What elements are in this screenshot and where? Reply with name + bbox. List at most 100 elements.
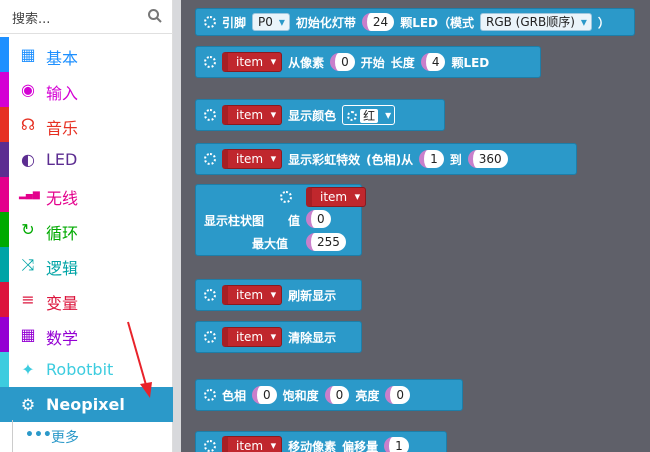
block-text: 移动像素 — [288, 439, 337, 452]
category-radio[interactable]: ▂▄▆ 无线 — [0, 177, 173, 212]
gear-icon — [280, 191, 292, 203]
category-label: LED — [46, 150, 78, 169]
block-text: 清除显示 — [288, 330, 337, 345]
gear-icon — [204, 109, 216, 121]
block-text: 饱和度 — [282, 388, 319, 403]
block-text: 值 — [288, 214, 301, 228]
item-variable-dropdown[interactable]: item — [222, 285, 283, 305]
pin-dropdown[interactable]: P0 — [252, 13, 290, 31]
category-label: Neopixel — [46, 395, 125, 414]
search-box[interactable]: 搜索... — [0, 0, 173, 34]
max-value-input[interactable]: 255 — [306, 233, 346, 251]
item-variable-dropdown[interactable]: item — [222, 52, 283, 72]
block-text: 从像素 — [288, 55, 325, 70]
hue-to-input[interactable]: 360 — [467, 150, 508, 168]
category-logic[interactable]: ⤨ 逻辑 — [0, 247, 173, 282]
target-icon: ◉ — [21, 80, 35, 99]
variable-name: item — [320, 190, 348, 204]
block-text: 初始化灯带 — [295, 15, 356, 30]
toggle-icon: ◐ — [21, 150, 35, 169]
category-neopixel[interactable]: ⚙ Neopixel — [0, 387, 173, 422]
mode-dropdown[interactable]: RGB (GRB顺序) — [480, 13, 592, 31]
neopixel-shift-block[interactable]: item 移动像素 偏移量 1 — [195, 431, 447, 452]
category-loops[interactable]: ↻ 循环 — [0, 212, 173, 247]
block-text: 色相 — [222, 388, 247, 403]
saturation-input[interactable]: 0 — [324, 386, 350, 404]
category-input[interactable]: ◉ 输入 — [0, 72, 173, 107]
neopixel-create-block[interactable]: 引脚 P0 初始化灯带 24 颗LED（模式 RGB (GRB顺序) ） — [195, 8, 635, 36]
gear-icon — [204, 56, 216, 68]
category-led[interactable]: ◐ LED — [0, 142, 173, 177]
color-value: 红 — [360, 108, 379, 123]
neopixel-show-block[interactable]: item 刷新显示 — [195, 279, 362, 311]
block-text: 显示颜色 — [288, 108, 337, 123]
hue-from-input[interactable]: 1 — [419, 150, 444, 168]
search-placeholder[interactable]: 搜索... — [12, 8, 50, 27]
signal-bars-icon: ▂▄▆ — [19, 190, 40, 200]
search-icon[interactable] — [147, 8, 163, 24]
headphones-icon: ☊ — [20, 115, 36, 134]
gear-icon — [204, 16, 216, 28]
block-text: 长度 — [390, 55, 415, 70]
category-variables[interactable]: ≡ 变量 — [0, 282, 173, 317]
variable-name: item — [236, 108, 264, 122]
toolbox-sidebar: 搜索... ▦ 基本 ◉ 输入 ☊ 音乐 ◐ LED ▂▄▆ 无线 ↻ 循环 ⤨… — [0, 0, 173, 452]
gear-icon — [204, 331, 216, 343]
item-variable-dropdown[interactable]: item — [222, 327, 283, 347]
neopixel-hsl-block[interactable]: 色相 0 饱和度 0 亮度 0 — [195, 379, 463, 411]
category-label: Robotbit — [46, 360, 114, 379]
gear-icon — [347, 110, 358, 121]
category-basic[interactable]: ▦ 基本 — [0, 37, 173, 72]
variable-name: item — [236, 288, 264, 302]
variable-name: item — [236, 55, 264, 69]
neopixel-rainbow-block[interactable]: item 显示彩虹特效 (色相)从 1 到 360 — [195, 143, 577, 175]
toolbox-divider — [173, 0, 181, 452]
neopixel-bar-graph-block[interactable]: item 显示柱状图 值 0 最大值 255 — [195, 184, 367, 256]
category-label: 基本 — [46, 49, 79, 68]
neopixel-range-block[interactable]: item 从像素 0 开始 长度 4 颗LED — [195, 46, 541, 78]
length-input[interactable]: 4 — [420, 53, 446, 71]
luminance-input[interactable]: 0 — [385, 386, 410, 404]
gear-icon — [204, 289, 216, 301]
block-text: 开始 — [360, 55, 385, 70]
block-text: 最大值 — [252, 237, 289, 251]
calculator-icon: ▦ — [20, 325, 36, 344]
item-variable-dropdown[interactable]: item — [222, 436, 283, 452]
neopixel-clear-block[interactable]: item 清除显示 — [195, 321, 362, 353]
block-text: 显示柱状图 — [204, 214, 265, 228]
block-text: (色相)从 — [366, 152, 414, 167]
gear-icon — [204, 153, 216, 165]
category-more[interactable]: ••• 更多 — [12, 420, 173, 452]
refresh-icon: ↻ — [21, 220, 35, 239]
block-text: 颗LED — [451, 55, 490, 70]
item-variable-dropdown[interactable]: item — [222, 105, 283, 125]
neopixel-show-color-block[interactable]: item 显示颜色 红 — [195, 99, 445, 131]
gear-icon — [204, 440, 216, 452]
item-variable-dropdown[interactable]: item — [306, 187, 367, 207]
block-text: 到 — [449, 152, 462, 167]
category-robotbit[interactable]: ✦ Robotbit — [0, 352, 173, 387]
led-count-input[interactable]: 24 — [361, 13, 395, 31]
item-variable-dropdown[interactable]: item — [222, 149, 283, 169]
category-label: 无线 — [46, 189, 79, 208]
variable-name: item — [236, 330, 264, 344]
category-label: 逻辑 — [46, 259, 79, 278]
block-text: 颗LED（模式 — [400, 15, 474, 30]
value-input[interactable]: 0 — [306, 210, 331, 228]
start-input[interactable]: 0 — [330, 53, 355, 71]
color-dropdown[interactable]: 红 — [342, 105, 396, 125]
category-music[interactable]: ☊ 音乐 — [0, 107, 173, 142]
more-label: 更多 — [51, 430, 79, 446]
block-text: ） — [597, 15, 610, 30]
category-label: 数学 — [46, 329, 79, 348]
variable-name: item — [236, 439, 264, 452]
block-text: 显示彩虹特效 — [288, 152, 361, 167]
hue-input[interactable]: 0 — [252, 386, 277, 404]
category-label: 输入 — [46, 84, 79, 103]
block-text: 引脚 — [222, 15, 247, 30]
block-workspace[interactable]: 引脚 P0 初始化灯带 24 颗LED（模式 RGB (GRB顺序) ） ite… — [181, 0, 650, 452]
block-text: 亮度 — [355, 388, 380, 403]
variable-name: item — [236, 152, 264, 166]
offset-input[interactable]: 1 — [384, 437, 409, 452]
category-math[interactable]: ▦ 数学 — [0, 317, 173, 352]
